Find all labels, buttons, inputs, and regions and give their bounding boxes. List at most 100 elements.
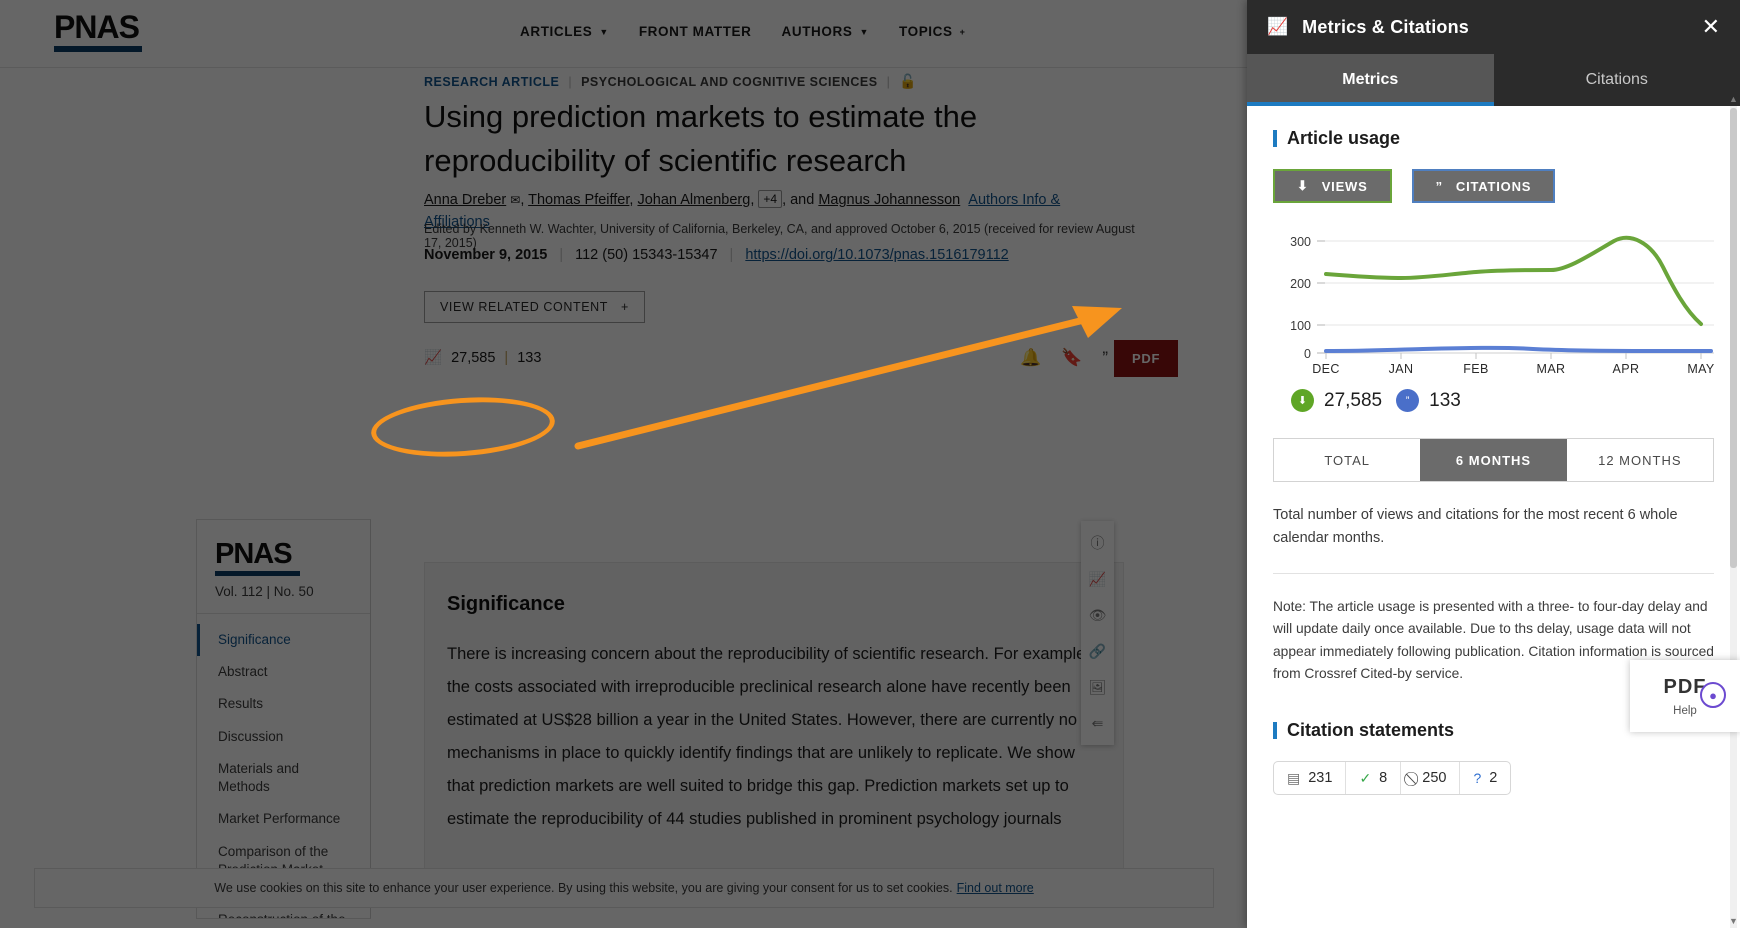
view-related-content-button[interactable]: VIEW RELATED CONTENT + bbox=[424, 291, 645, 323]
citations-toggle-label: CITATIONS bbox=[1455, 178, 1532, 194]
views-toggle-label: VIEWS bbox=[1321, 178, 1368, 194]
author-link-1[interactable]: Anna Dreber bbox=[424, 192, 506, 208]
image-icon[interactable]: 🖼 bbox=[1082, 671, 1113, 703]
breadcrumb-article-type[interactable]: RESEARCH ARTICLE bbox=[424, 75, 559, 89]
badge-contrasting[interactable]: ? 2 bbox=[1460, 762, 1510, 794]
info-icon[interactable]: ⓘ bbox=[1082, 527, 1113, 559]
metric-views-count: 27,585 bbox=[451, 349, 496, 366]
toc-item-results[interactable]: Results bbox=[197, 688, 370, 720]
y-tick-0: 0 bbox=[1304, 347, 1311, 361]
divider: | bbox=[559, 247, 564, 263]
toc-logo-text: PNAS bbox=[215, 538, 293, 570]
badge-supporting[interactable]: ✓ 8 bbox=[1346, 761, 1402, 794]
range-tab-6-months[interactable]: 6 MONTHS bbox=[1420, 439, 1567, 481]
quote-icon: ” bbox=[1435, 178, 1443, 194]
nav-item-topics[interactable]: TOPICS + bbox=[899, 24, 965, 39]
divider bbox=[1273, 572, 1714, 574]
x-tick-dec: DEC bbox=[1312, 362, 1340, 375]
quote-circle-icon: ” bbox=[1396, 389, 1420, 412]
x-tick-jan: JAN bbox=[1389, 362, 1414, 375]
share-icon[interactable]: ⇚ bbox=[1082, 707, 1113, 739]
nav-label: ARTICLES bbox=[520, 24, 593, 39]
pnas-logo[interactable]: PNAS bbox=[54, 11, 142, 52]
nav-item-front-matter[interactable]: FRONT MATTER bbox=[639, 24, 752, 39]
nav-label: TOPICS bbox=[898, 24, 953, 39]
envelope-icon[interactable]: ✉ bbox=[510, 193, 520, 207]
check-circle-icon: ✓ bbox=[1359, 769, 1372, 786]
quote-icon[interactable]: ” bbox=[1102, 348, 1108, 368]
badge-contrasting-value: 2 bbox=[1489, 769, 1498, 786]
table-of-contents-card: PNAS Vol. 112 | No. 50 Significance Abst… bbox=[196, 519, 371, 919]
toc-logo-rule bbox=[215, 571, 300, 576]
tab-metrics[interactable]: Metrics bbox=[1247, 54, 1494, 106]
panel-scrollbar-thumb[interactable] bbox=[1730, 108, 1737, 568]
nav-item-authors[interactable]: AUTHORS ▼ bbox=[782, 24, 869, 39]
citations-toggle-button[interactable]: ” CITATIONS bbox=[1411, 169, 1556, 203]
y-tick-100: 100 bbox=[1290, 319, 1311, 333]
breadcrumb-separator: | bbox=[568, 74, 573, 89]
breadcrumb-separator: | bbox=[886, 74, 891, 89]
edited-by-text: Edited by Kenneth W. Wachter, University… bbox=[424, 222, 1135, 250]
metrics-summary-link[interactable]: 📈 27,585 | 133 bbox=[424, 349, 541, 367]
range-tab-12-months[interactable]: 12 MONTHS bbox=[1566, 439, 1713, 481]
page-title: Using prediction markets to estimate the… bbox=[424, 99, 978, 179]
badge-mentioning[interactable]: ⃠ 250 bbox=[1401, 761, 1461, 794]
views-toggle-button[interactable]: ⬇ VIEWS bbox=[1273, 169, 1392, 203]
author-comma: , bbox=[520, 192, 529, 208]
article-usage-chart: 300 200 100 0 DEC JAN FEB MAR APR MAY bbox=[1273, 225, 1714, 375]
totals-row: ⬇ 27,585 ” 133 bbox=[1291, 389, 1714, 412]
doi-link[interactable]: https://doi.org/10.1073/pnas.1516179112 bbox=[745, 247, 1008, 263]
toc-item-significance[interactable]: Significance bbox=[197, 624, 370, 657]
x-tick-may: MAY bbox=[1687, 362, 1714, 375]
scroll-down-icon[interactable]: ▼ bbox=[1728, 916, 1739, 927]
section-accent-bar bbox=[1273, 130, 1277, 147]
divider: | bbox=[729, 247, 734, 263]
close-icon[interactable]: ✕ bbox=[1702, 16, 1720, 38]
tab-citations[interactable]: Citations bbox=[1494, 54, 1740, 106]
bell-icon[interactable]: 🔔 bbox=[1020, 348, 1041, 368]
range-selector: TOTAL 6 MONTHS 12 MONTHS bbox=[1273, 438, 1714, 482]
panel-title: Metrics & Citations bbox=[1302, 16, 1470, 37]
cookie-find-out-more-link[interactable]: Find out more bbox=[957, 881, 1034, 895]
author-link-4[interactable]: Magnus Johannesson bbox=[818, 192, 960, 208]
chevron-down-icon: ▼ bbox=[599, 26, 609, 37]
bookmark-icon[interactable]: 🔖 bbox=[1061, 348, 1082, 368]
toc-item-discussion[interactable]: Discussion bbox=[197, 721, 370, 753]
nav-item-articles[interactable]: ARTICLES ▼ bbox=[520, 24, 609, 39]
author-link-3[interactable]: Johan Almenberg bbox=[637, 192, 750, 208]
author-link-2[interactable]: Thomas Pfeiffer bbox=[528, 192, 629, 208]
chat-icon[interactable]: ● bbox=[1700, 682, 1726, 708]
panel-header: 📈 Metrics & Citations ✕ bbox=[1247, 0, 1740, 54]
breadcrumb-subject[interactable]: PSYCHOLOGICAL AND COGNITIVE SCIENCES bbox=[581, 75, 878, 89]
citations-series-line bbox=[1324, 345, 1713, 353]
open-lock-icon: 🔓 bbox=[899, 73, 918, 89]
download-icon: ⬇ bbox=[1297, 178, 1309, 193]
link-icon[interactable]: 🔗 bbox=[1082, 635, 1113, 667]
toc-item-abstract[interactable]: Abstract bbox=[197, 656, 370, 688]
y-tick-300: 300 bbox=[1290, 235, 1311, 249]
citation-statements-heading: Citation statements bbox=[1287, 719, 1455, 740]
chart-gridlines bbox=[1321, 240, 1714, 354]
pdf-button[interactable]: PDF bbox=[1114, 340, 1179, 377]
citations-total-value: 133 bbox=[1429, 389, 1461, 411]
badge-document[interactable]: ▤ 231 bbox=[1274, 761, 1347, 794]
views-total-value: 27,585 bbox=[1324, 389, 1383, 411]
trending-up-icon: 📈 bbox=[1267, 17, 1289, 36]
views-series-line bbox=[1324, 235, 1703, 326]
article-usage-header: Article usage bbox=[1273, 128, 1714, 149]
range-tab-total[interactable]: TOTAL bbox=[1274, 439, 1421, 481]
more-authors-badge[interactable]: +4 bbox=[758, 190, 783, 208]
cookie-consent-bar: We use cookies on this site to enhance y… bbox=[34, 868, 1214, 908]
toc-item-market-performance[interactable]: Market Performance bbox=[197, 803, 370, 835]
x-tick-feb: FEB bbox=[1463, 362, 1489, 375]
usage-line-chart: 300 200 100 0 DEC JAN FEB MAR APR MAY bbox=[1290, 235, 1714, 375]
scroll-up-icon[interactable]: ▲ bbox=[1728, 94, 1739, 105]
nav-label: FRONT MATTER bbox=[638, 24, 752, 39]
eye-icon[interactable]: 👁 bbox=[1082, 599, 1113, 631]
chevron-down-icon: ▼ bbox=[859, 26, 869, 37]
article-tools-toolbar: ⓘ 📈 👁 🔗 🖼 ⇚ bbox=[1081, 521, 1114, 745]
toc-item-materials-and-methods[interactable]: Materials and Methods bbox=[197, 753, 370, 803]
authors-and: , and bbox=[782, 192, 819, 208]
usage-type-toggle: ⬇ VIEWS ” CITATIONS bbox=[1273, 169, 1714, 203]
trending-up-icon[interactable]: 📈 bbox=[1082, 563, 1113, 595]
